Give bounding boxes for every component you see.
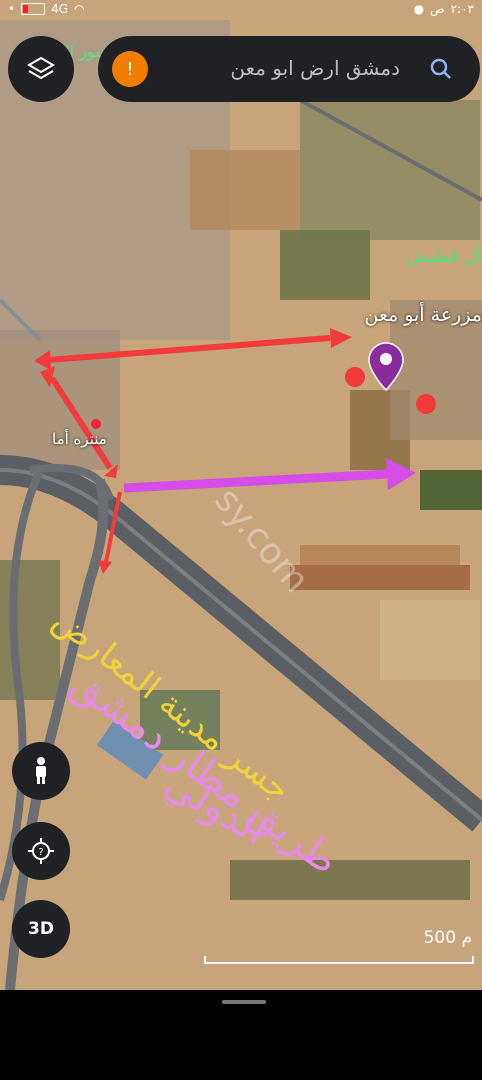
red-dot: [416, 394, 436, 414]
my-location-button[interactable]: ?: [12, 822, 70, 880]
location-status-icon: ●: [413, 2, 425, 16]
search-bar[interactable]: ! دمشق ارض ابو معن: [98, 36, 480, 102]
battery-icon: [21, 3, 46, 15]
wifi-icon: ◠: [74, 2, 85, 16]
red-dot: [345, 367, 365, 387]
street-view-button[interactable]: [12, 742, 70, 800]
satellite-map[interactable]: سور ال آل قطيش مزرعة أبو معن منتزه أما s…: [0, 0, 482, 990]
search-query[interactable]: دمشق ارض ابو معن: [230, 56, 400, 80]
network-label: 4G: [51, 2, 69, 16]
dot-icon: •: [8, 2, 16, 16]
label-al-qatish: آل قطيش: [406, 246, 482, 267]
3d-button[interactable]: 3D: [12, 900, 70, 958]
layers-icon: [27, 56, 55, 80]
location-target-icon: ?: [28, 838, 54, 864]
search-icon[interactable]: [428, 56, 454, 82]
scale-bar: [204, 956, 474, 964]
pegman-icon: [36, 757, 46, 784]
label-park: منتزه أما: [52, 430, 107, 448]
home-handle[interactable]: [222, 1000, 266, 1004]
account-avatar[interactable]: !: [112, 51, 148, 87]
status-bar: • 4G ◠ ● ص ٢:٠٣: [0, 0, 482, 22]
label-farm: مزرعة أبو معن: [364, 304, 482, 326]
ampm: ص: [430, 2, 445, 16]
navigation-bar: [0, 990, 482, 1080]
status-time: ٢:٠٣: [450, 2, 474, 16]
layers-button[interactable]: [8, 36, 74, 102]
scale-label: 500 م: [423, 928, 472, 948]
svg-text:?: ?: [38, 847, 43, 858]
